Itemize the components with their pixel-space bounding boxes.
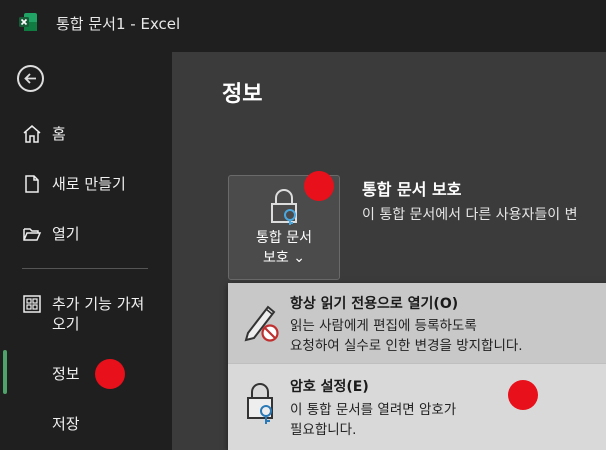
annotation-marker [95, 359, 125, 389]
annotation-marker [508, 380, 538, 410]
menu-item-title: 암호 설정(E) [290, 379, 369, 395]
annotation-marker [304, 171, 334, 201]
addins-grid-icon [23, 295, 41, 313]
menu-item-desc-line2: 필요합니다. [290, 422, 357, 438]
protect-dropdown-menu: 항상 읽기 전용으로 열기(O) 읽는 사람에게 편집에 등록하도록 요청하여 … [228, 283, 606, 450]
sidebar-divider [22, 268, 148, 269]
protect-heading: 통합 문서 보호 [362, 180, 462, 199]
title-bar: 통합 문서1 - Excel [0, 0, 606, 46]
nav-item-home[interactable]: 홈 [0, 114, 172, 154]
pencil-no-edit-icon [244, 305, 279, 342]
nav-label-open: 열기 [52, 225, 80, 243]
nav-label-home: 홈 [52, 125, 66, 143]
nav-item-new[interactable]: 새로 만들기 [0, 164, 172, 204]
back-button[interactable] [17, 65, 44, 92]
nav-label-info: 정보 [52, 365, 80, 383]
nav-label-new: 새로 만들기 [52, 175, 126, 193]
back-arrow-icon [24, 73, 36, 84]
menu-item-desc-line1: 이 통합 문서를 열려면 암호가 [290, 402, 457, 418]
menu-item-title: 항상 읽기 전용으로 열기(O) [290, 296, 459, 312]
protect-button-line1: 통합 문서 [256, 230, 312, 246]
nav-item-info[interactable]: 정보 [0, 354, 172, 394]
protect-button-line2: 보호 ⌄ [263, 250, 305, 266]
nav-item-addins[interactable]: 추가 기능 가져 오기 [0, 284, 172, 336]
menu-item-set-password[interactable]: 암호 설정(E) 이 통합 문서를 열려면 암호가 필요합니다. [228, 364, 606, 450]
window-title: 통합 문서1 - Excel [56, 15, 181, 33]
lock-key-icon [271, 189, 297, 225]
nav-item-open[interactable]: 열기 [0, 214, 172, 254]
menu-item-desc-line1: 읽는 사람에게 편집에 등록하도록 [290, 318, 477, 334]
new-document-icon [25, 175, 39, 193]
menu-item-desc-line2: 요청하여 실수로 인한 변경을 방지합니다. [290, 338, 523, 354]
excel-app-icon [19, 13, 37, 31]
nav-label-addins-line1: 추가 기능 가져 [52, 295, 145, 313]
password-lock-icon [247, 383, 273, 424]
menu-item-always-read-only[interactable]: 항상 읽기 전용으로 열기(O) 읽는 사람에게 편집에 등록하도록 요청하여 … [228, 283, 606, 363]
page-title: 정보 [222, 82, 263, 107]
protect-button-label: 통합 문서 보호 ⌄ [229, 228, 339, 268]
nav-label-addins-line2: 오기 [52, 315, 80, 333]
nav-item-save[interactable]: 저장 [0, 404, 172, 444]
info-panel: 정보 통합 문서 보호 ⌄ 통합 문서 보호 이 통합 문서에서 다른 사용자들… [172, 52, 606, 450]
home-icon [23, 125, 41, 143]
folder-open-icon [23, 228, 42, 241]
nav-label-save: 저장 [52, 415, 80, 433]
protect-description: 이 통합 문서에서 다른 사용자들이 변 [362, 207, 578, 223]
backstage-sidebar: 홈 새로 만들기 열기 추가 기능 가져 오기 정보 저장 [0, 46, 172, 450]
